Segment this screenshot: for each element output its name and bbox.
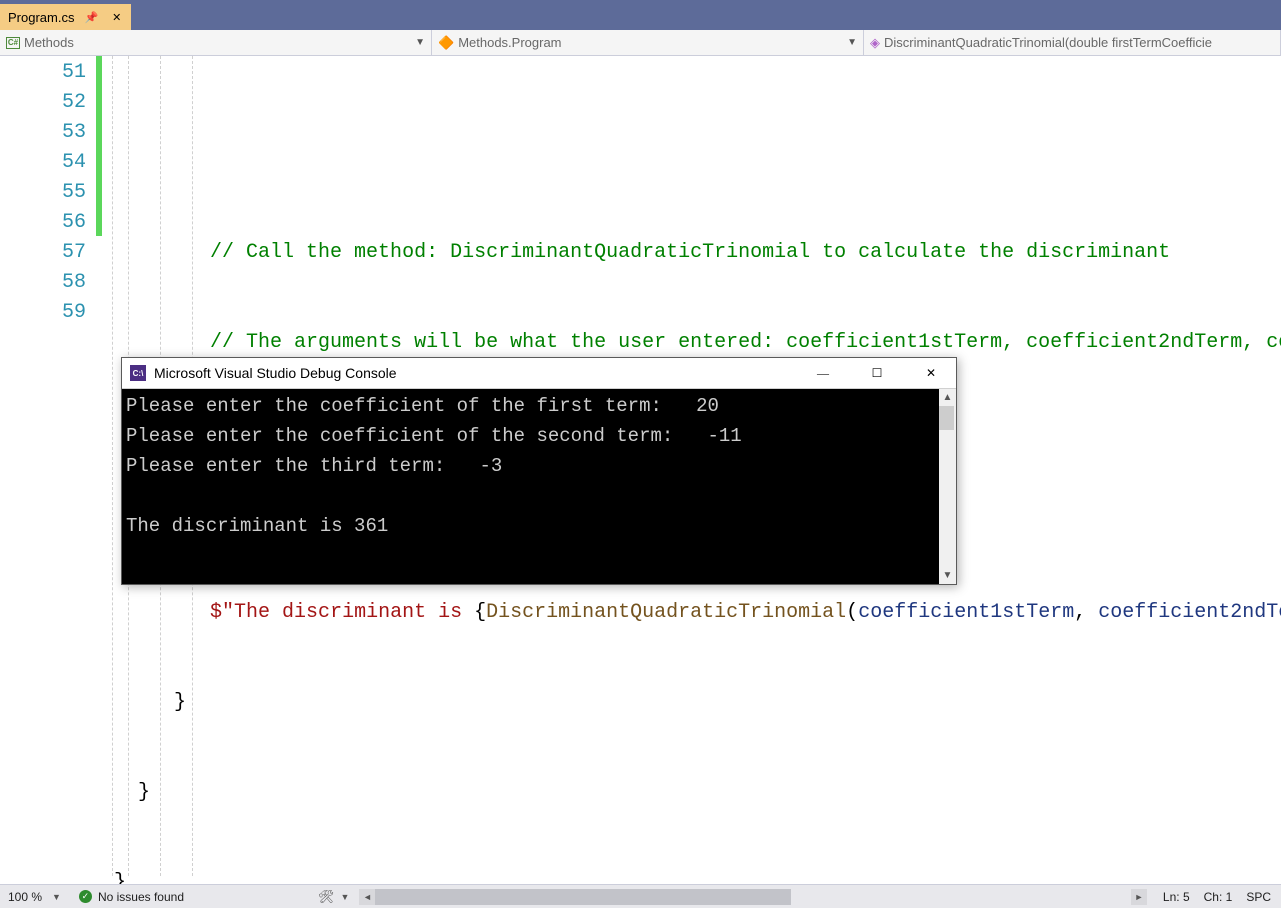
scroll-left-arrow-icon[interactable]: ◄ <box>359 889 375 905</box>
debug-console-window[interactable]: C:\ Microsoft Visual Studio Debug Consol… <box>121 357 957 585</box>
code-nav-bar: C# Methods ▼ 🔶 Methods.Program ▼ ◈ Discr… <box>0 30 1281 56</box>
console-titlebar[interactable]: C:\ Microsoft Visual Studio Debug Consol… <box>122 358 956 389</box>
line-number: 52 <box>0 88 86 118</box>
code-identifier: coefficient1stTerm <box>858 601 1074 624</box>
scope-class-dropdown[interactable]: 🔶 Methods.Program ▼ <box>432 30 864 55</box>
pin-icon[interactable]: 📌 <box>80 11 102 24</box>
scroll-thumb[interactable] <box>939 406 954 430</box>
maximize-button[interactable]: ☐ <box>854 358 900 388</box>
code-string: The discriminant is <box>234 601 474 624</box>
scroll-track[interactable] <box>375 889 1130 905</box>
line-number: 59 <box>0 298 86 328</box>
code-brace: } <box>174 691 186 714</box>
line-number-gutter: 51 52 53 54 55 56 57 58 59 <box>0 56 96 876</box>
code-comment: // Call the method: DiscriminantQuadrati… <box>210 241 1170 264</box>
line-number: 58 <box>0 268 86 298</box>
console-line: Please enter the coefficient of the firs… <box>126 395 719 417</box>
chevron-down-icon[interactable]: ▼ <box>337 892 354 902</box>
code-identifier: coefficient2ndTerm <box>1098 601 1281 624</box>
scope-class-label: Methods.Program <box>458 35 561 50</box>
minimize-button[interactable]: — <box>800 358 846 388</box>
screwdriver-icon[interactable]: 🛠 <box>316 889 337 905</box>
indent-mode[interactable]: SPC <box>1246 890 1271 904</box>
scroll-up-arrow-icon[interactable]: ▲ <box>939 389 956 406</box>
editor-hscrollbar[interactable]: ◄ ► <box>353 889 1152 905</box>
editor-area: 51 52 53 54 55 56 57 58 59 // Call the m… <box>0 56 1281 876</box>
console-output[interactable]: Please enter the coefficient of the firs… <box>122 389 939 584</box>
issues-label: No issues found <box>98 890 184 904</box>
console-app-icon: C:\ <box>130 365 146 381</box>
chevron-down-icon: ▼ <box>415 37 425 48</box>
chevron-down-icon[interactable]: ▼ <box>46 892 67 902</box>
issues-status[interactable]: ✓ No issues found <box>67 890 196 904</box>
scope-member-label: DiscriminantQuadraticTrinomial(double fi… <box>884 35 1212 50</box>
scope-project-label: Methods <box>24 35 74 50</box>
code-method: DiscriminantQuadraticTrinomial <box>486 601 846 624</box>
close-icon[interactable]: ✕ <box>108 11 125 24</box>
scroll-right-arrow-icon[interactable]: ► <box>1131 889 1147 905</box>
console-line: Please enter the third term: -3 <box>126 455 502 477</box>
line-number: 55 <box>0 178 86 208</box>
line-number: 53 <box>0 118 86 148</box>
document-tab[interactable]: Program.cs 📌 ✕ <box>0 4 131 30</box>
close-button[interactable]: ✕ <box>908 358 954 388</box>
line-number: 56 <box>0 208 86 238</box>
code-brace: } <box>138 781 150 804</box>
scope-member-dropdown[interactable]: ◈ DiscriminantQuadraticTrinomial(double … <box>864 30 1281 55</box>
zoom-level[interactable]: 100 % <box>0 890 46 904</box>
line-number: 54 <box>0 148 86 178</box>
document-tab-bar: Program.cs 📌 ✕ <box>0 4 1281 30</box>
method-icon: ◈ <box>870 35 880 51</box>
scroll-down-arrow-icon[interactable]: ▼ <box>939 567 956 584</box>
scroll-thumb[interactable] <box>375 889 791 905</box>
chevron-down-icon: ▼ <box>847 37 857 48</box>
console-line: Please enter the coefficient of the seco… <box>126 425 742 447</box>
code-comment: // The arguments will be what the user e… <box>210 331 1281 354</box>
document-tab-label: Program.cs <box>8 10 74 25</box>
status-bar: 100 % ▼ ✓ No issues found 🛠 ▼ ◄ ► Ln: 5 … <box>0 884 1281 908</box>
line-number: 51 <box>0 58 86 88</box>
scope-project-dropdown[interactable]: C# Methods ▼ <box>0 30 432 55</box>
check-icon: ✓ <box>79 890 92 903</box>
line-number: 57 <box>0 238 86 268</box>
class-icon: 🔶 <box>438 35 454 51</box>
caret-col: Ch: 1 <box>1204 890 1233 904</box>
console-title-text: Microsoft Visual Studio Debug Console <box>154 365 792 381</box>
csharp-icon: C# <box>6 37 20 49</box>
console-vscrollbar[interactable]: ▲ ▼ <box>939 389 956 584</box>
caret-line: Ln: 5 <box>1163 890 1190 904</box>
console-line: The discriminant is 361 <box>126 515 388 537</box>
